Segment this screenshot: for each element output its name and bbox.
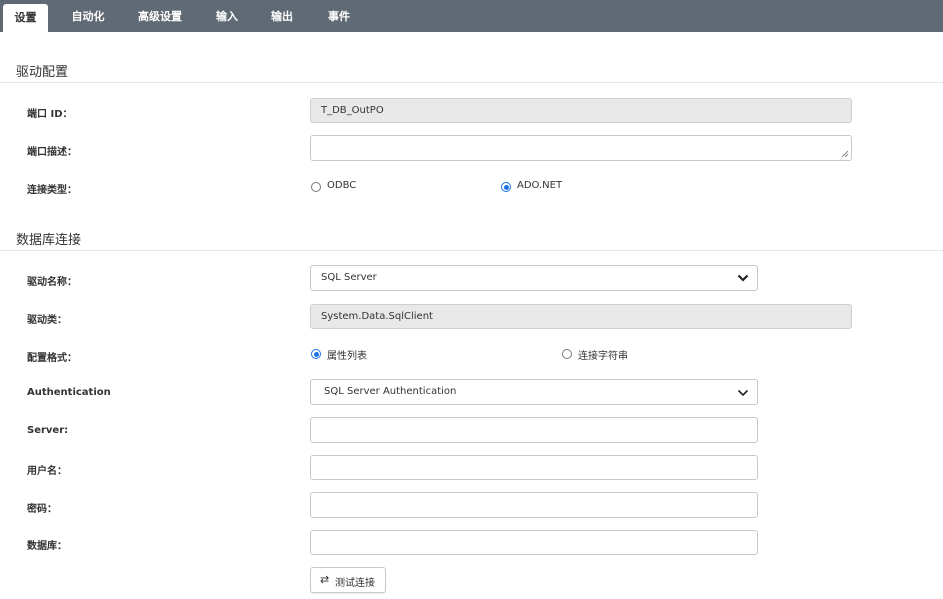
- section-title-db-connection: 数据库连接: [16, 233, 82, 248]
- radio-circle-icon[interactable]: [562, 349, 572, 359]
- section-title-driver-config: 驱动配置: [16, 65, 69, 80]
- radio-circle-icon[interactable]: [311, 182, 321, 192]
- config-format-label: 配置格式：: [27, 353, 77, 364]
- username-input[interactable]: [310, 455, 758, 480]
- database-input[interactable]: [310, 530, 758, 555]
- port-id-label: 端口 ID：: [27, 109, 73, 120]
- radio-circle-checked-icon[interactable]: [311, 349, 321, 359]
- port-id-value: T_DB_OutPO: [321, 105, 384, 116]
- section-divider: [0, 250, 943, 251]
- radio-adonet-label: ADO.NET: [517, 180, 563, 191]
- radio-odbc-label: ODBC: [327, 180, 357, 191]
- password-input[interactable]: [310, 492, 758, 518]
- tab-output[interactable]: 输出: [265, 0, 299, 32]
- chevron-down-icon: [737, 389, 749, 397]
- driver-class-label: 驱动类：: [27, 315, 67, 326]
- tab-bar: 设置 自动化 高级设置 输入 输出 事件: [0, 0, 943, 32]
- port-id-field[interactable]: T_DB_OutPO: [310, 98, 852, 123]
- resize-grip-icon[interactable]: [841, 150, 849, 158]
- port-desc-label: 端口描述：: [27, 147, 77, 158]
- auth-label: Authentication: [27, 387, 111, 398]
- driver-name-label: 驱动名称：: [27, 277, 77, 288]
- tab-input[interactable]: 输入: [210, 0, 244, 32]
- password-label: 密码：: [27, 504, 57, 515]
- radio-circle-checked-icon[interactable]: [501, 182, 511, 192]
- server-input[interactable]: [310, 417, 758, 443]
- auth-value: SQL Server Authentication: [324, 386, 457, 397]
- radio-connection-string-label: 连接字符串: [578, 351, 628, 362]
- driver-name-select[interactable]: SQL Server: [310, 265, 758, 291]
- conn-type-label: 连接类型：: [27, 185, 77, 196]
- database-label: 数据库：: [27, 541, 67, 552]
- radio-property-list-label: 属性列表: [327, 351, 367, 362]
- server-label: Server:: [27, 425, 69, 436]
- tab-advanced-settings[interactable]: 高级设置: [133, 0, 187, 32]
- chevron-down-icon: [737, 274, 749, 282]
- tab-events[interactable]: 事件: [322, 0, 356, 32]
- test-connection-button[interactable]: ⇄ 测试连接: [310, 567, 386, 593]
- driver-class-field[interactable]: System.Data.SqlClient: [310, 304, 852, 329]
- driver-class-value: System.Data.SqlClient: [321, 311, 433, 322]
- test-connection-label: 测试连接: [335, 578, 375, 589]
- tab-settings[interactable]: 设置: [3, 4, 48, 32]
- auth-select[interactable]: SQL Server Authentication: [310, 379, 758, 405]
- username-label: 用户名：: [27, 466, 67, 477]
- driver-name-value: SQL Server: [321, 272, 377, 283]
- port-desc-textarea[interactable]: [310, 135, 852, 161]
- section-divider: [0, 82, 943, 83]
- tab-automation[interactable]: 自动化: [64, 0, 112, 32]
- exchange-arrows-icon: ⇄: [320, 573, 330, 586]
